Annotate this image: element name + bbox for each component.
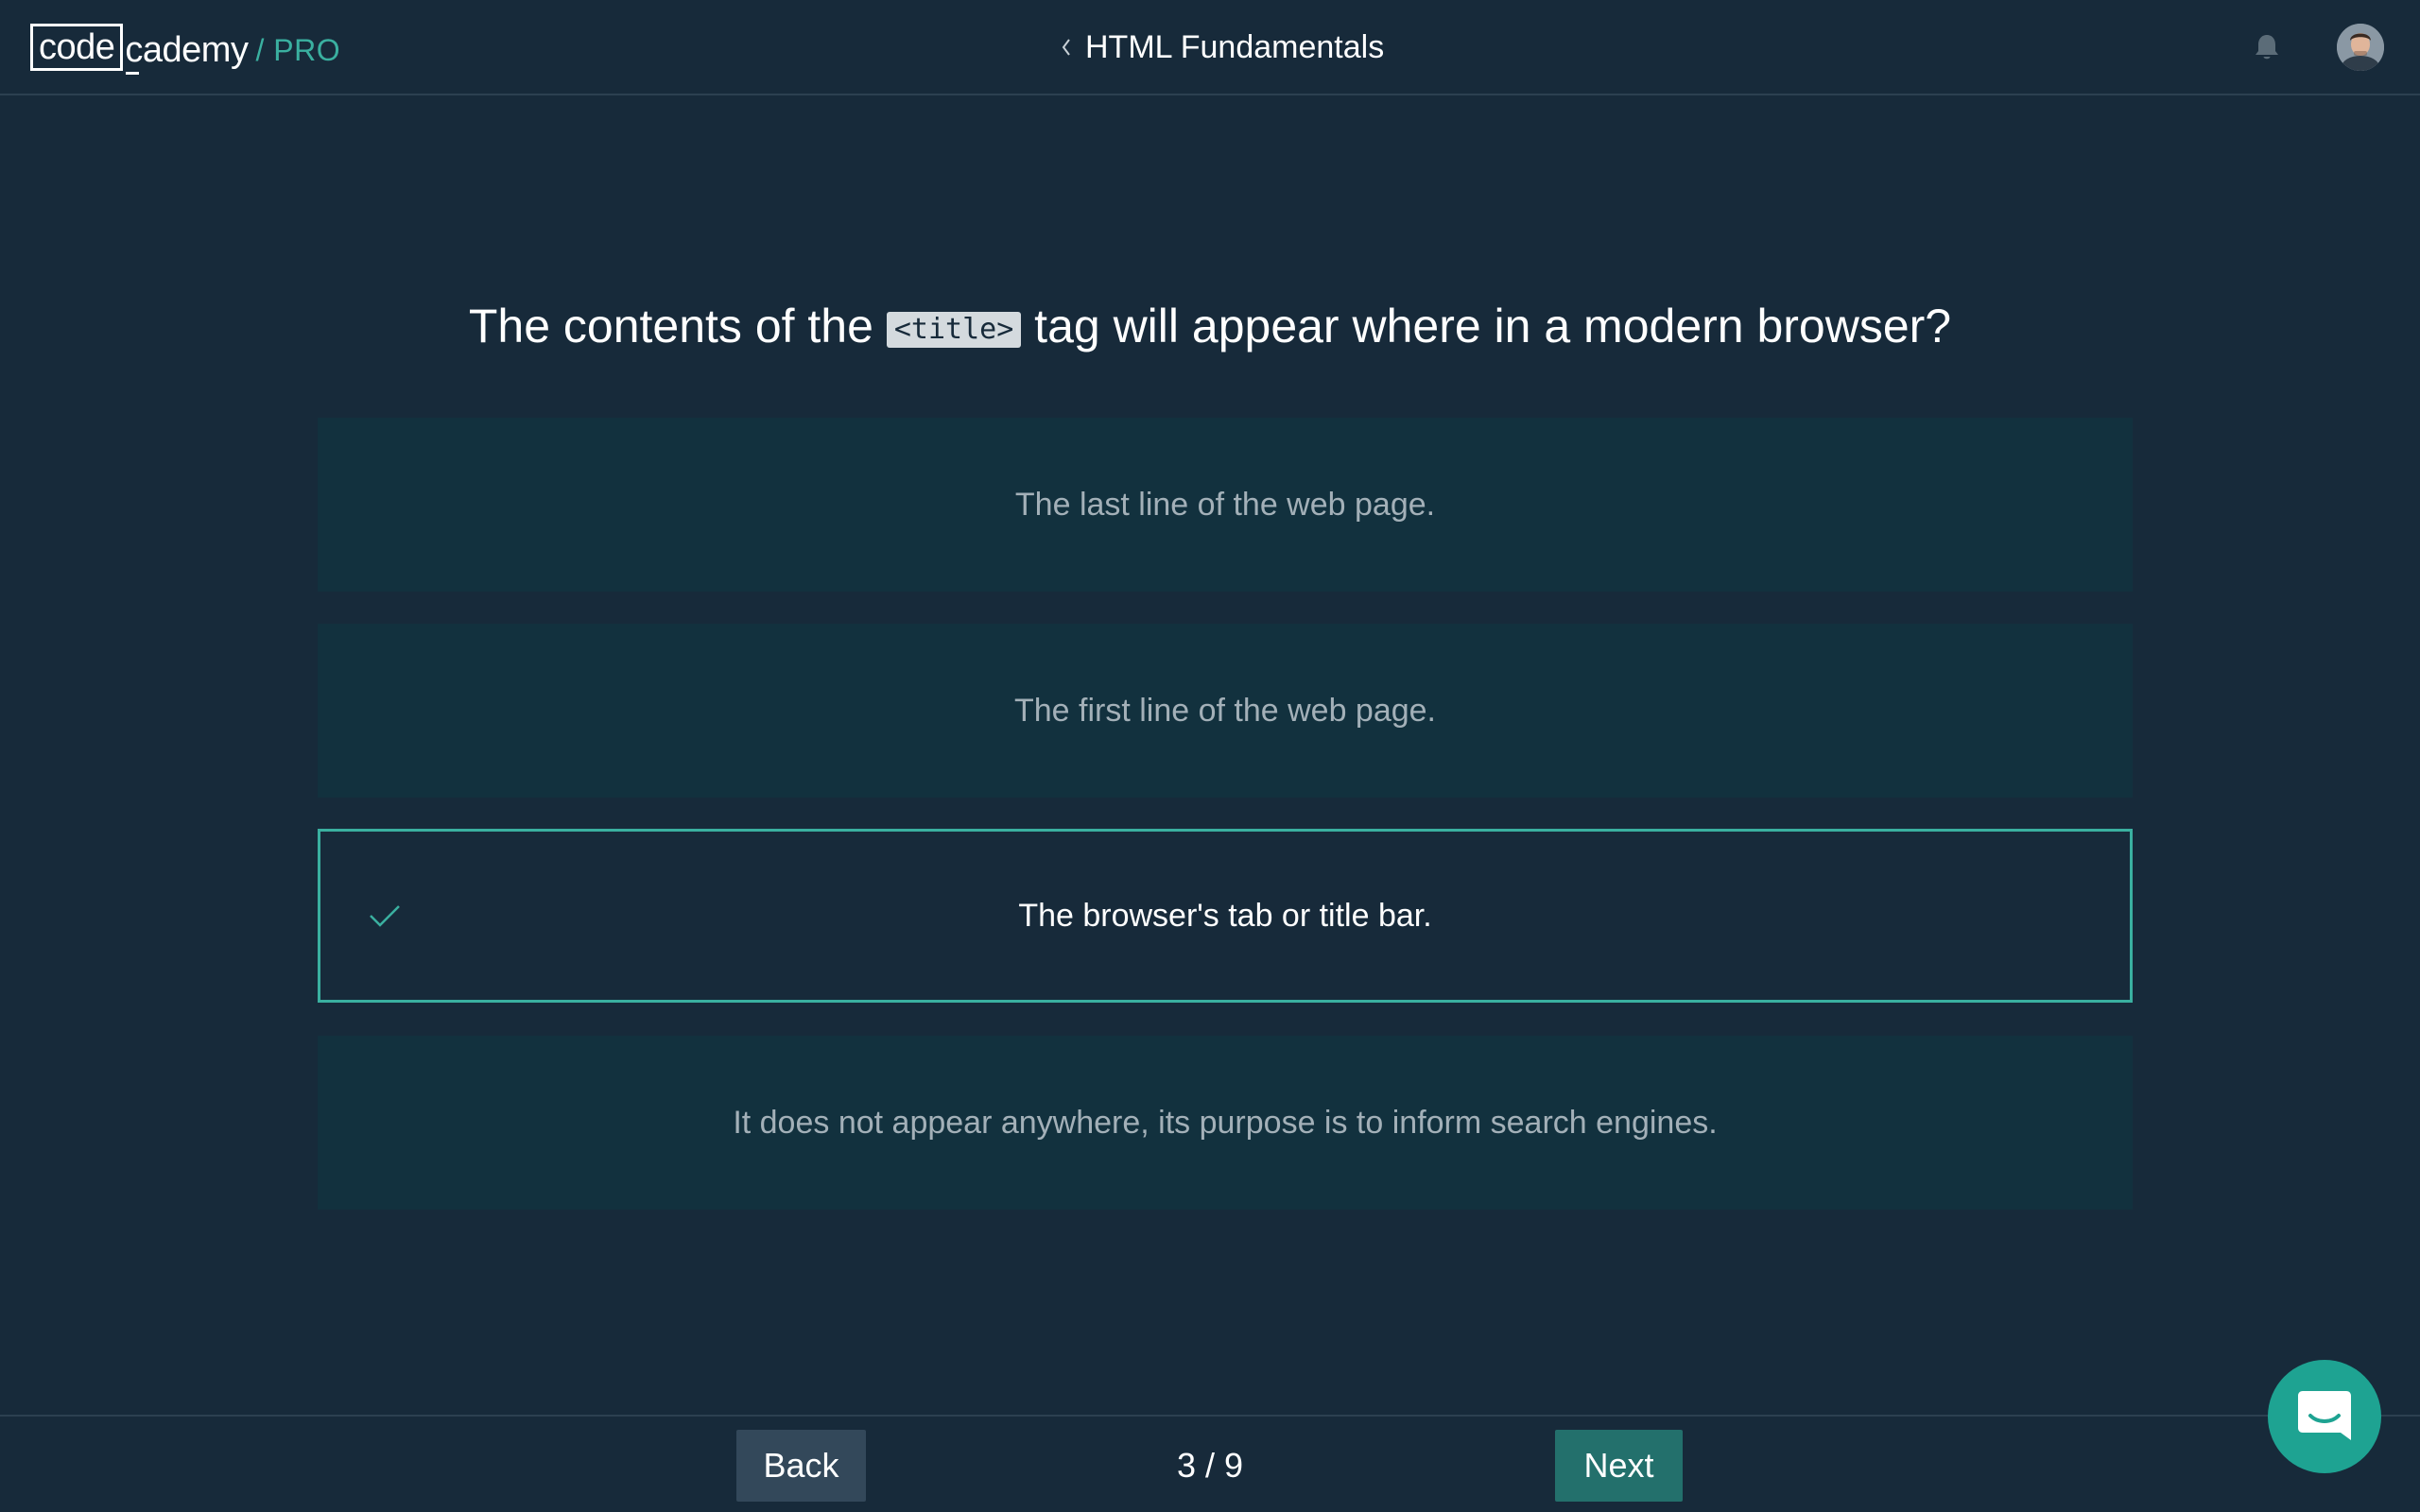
answer-label: The last line of the web page.	[1014, 486, 1436, 523]
bell-icon[interactable]	[2250, 30, 2284, 64]
chevron-left-icon	[1059, 37, 1074, 58]
logo-underscore	[126, 72, 140, 75]
answer-label: The first line of the web page.	[1013, 692, 1437, 729]
answer-label: It does not appear anywhere, its purpose…	[733, 1104, 1718, 1141]
logo-code-box: code	[30, 24, 124, 71]
codecademy-pro-logo[interactable]: code cademy / PRO	[30, 24, 341, 75]
answer-option-2[interactable]: The first line of the web page.	[318, 624, 2133, 798]
support-chat-button[interactable]	[2268, 1360, 2381, 1473]
question-text: The contents of the <title> tag will app…	[0, 293, 2420, 359]
course-title: HTML Fundamentals	[1085, 28, 1385, 65]
answer-label: The browser's tab or title bar.	[1018, 897, 1432, 934]
question-prefix: The contents of the	[468, 300, 873, 352]
code-snippet: <title>	[886, 312, 1022, 348]
chat-icon	[2295, 1385, 2354, 1449]
logo-pro-badge: / PRO	[255, 33, 341, 67]
next-button[interactable]: Next	[1555, 1430, 1683, 1502]
logo-wordmark: cademy	[123, 29, 249, 75]
quiz-footer: Back 3 / 9 Next	[0, 1415, 2420, 1512]
question-progress: 3 / 9	[1176, 1446, 1244, 1485]
back-button[interactable]: Back	[736, 1430, 866, 1502]
user-avatar[interactable]	[2337, 24, 2384, 71]
logo-cademy-text: cademy	[125, 30, 249, 70]
checkmark-icon	[366, 897, 404, 935]
question-suffix: tag will appear where in a modern browse…	[1034, 300, 1952, 352]
course-back-link[interactable]: HTML Fundamentals	[1059, 21, 1384, 74]
answer-option-3-selected[interactable]: The browser's tab or title bar.	[318, 829, 2133, 1003]
answer-option-1[interactable]: The last line of the web page.	[318, 418, 2133, 592]
top-navigation-bar: code cademy / PRO HTML Fundamentals	[0, 0, 2420, 95]
answer-option-4[interactable]: It does not appear anywhere, its purpose…	[318, 1036, 2133, 1210]
